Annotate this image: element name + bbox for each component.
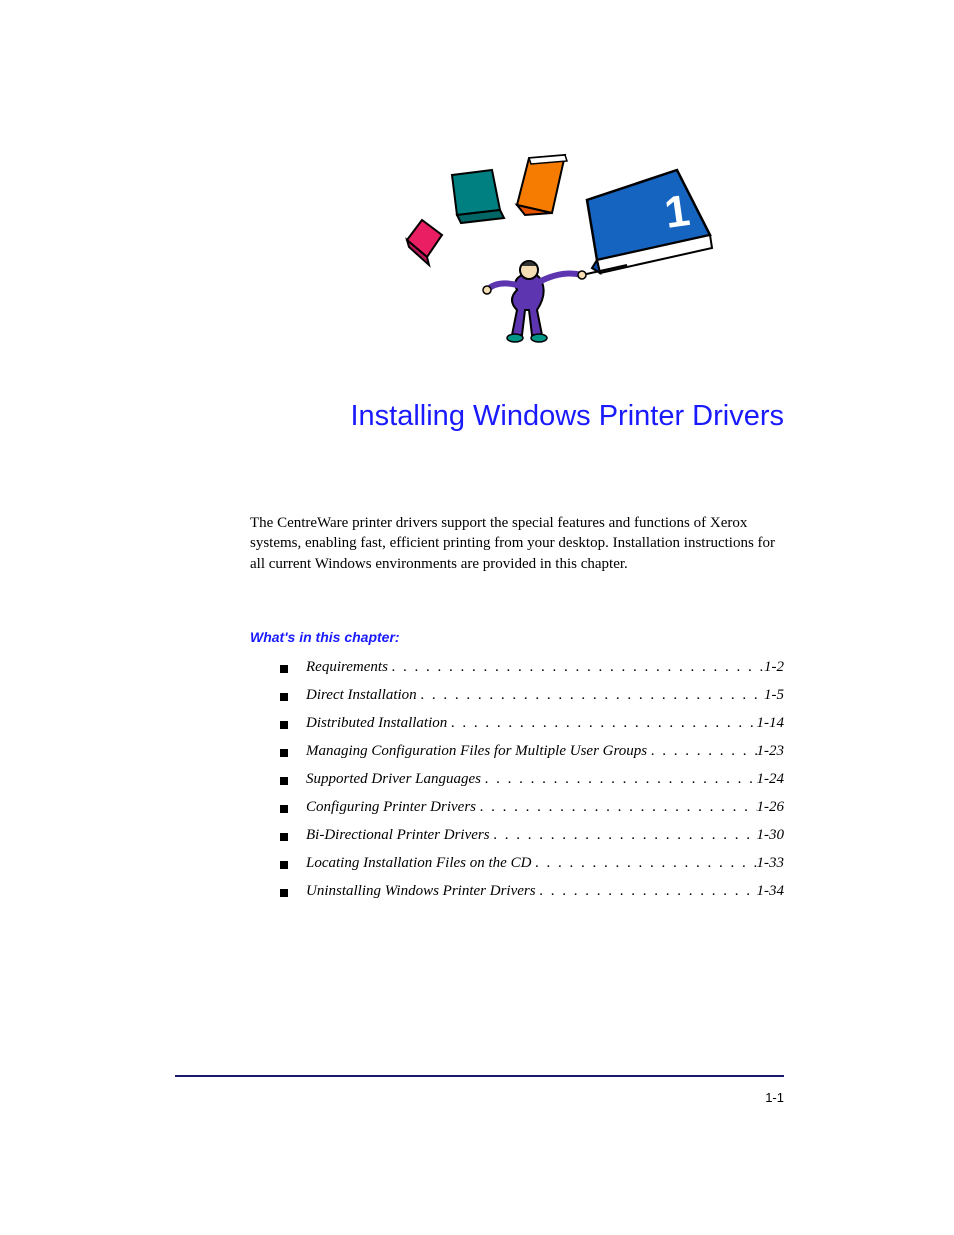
toc-label: Bi-Directional Printer Drivers: [306, 827, 490, 844]
toc-leader: . . . . . . . . . . . . . . . . . . . . …: [647, 743, 756, 760]
toc-page: 1-30: [757, 827, 785, 844]
bullet-icon: [280, 749, 288, 757]
toc-page: 1-24: [757, 771, 785, 788]
chapter-title: Installing Windows Printer Drivers: [250, 400, 784, 433]
toc-page: 1-23: [757, 743, 785, 760]
toc-item[interactable]: Direct Installation . . . . . . . . . . …: [280, 687, 784, 704]
bullet-icon: [280, 721, 288, 729]
toc-leader: . . . . . . . . . . . . . . . . . . . . …: [531, 855, 756, 872]
toc-label: Supported Driver Languages: [306, 771, 481, 788]
chapter-illustration: 1: [330, 150, 784, 350]
page-number: 1-1: [765, 1090, 784, 1105]
toc-page: 1-2: [764, 659, 784, 676]
bullet-icon: [280, 805, 288, 813]
toc-item[interactable]: Managing Configuration Files for Multipl…: [280, 743, 784, 760]
toc-label: Distributed Installation: [306, 715, 447, 732]
toc-heading: What's in this chapter:: [250, 629, 784, 645]
bullet-icon: [280, 777, 288, 785]
toc-leader: . . . . . . . . . . . . . . . . . . . . …: [417, 687, 764, 704]
toc-label: Uninstalling Windows Printer Drivers: [306, 883, 536, 900]
toc-page: 1-33: [757, 855, 785, 872]
toc-leader: . . . . . . . . . . . . . . . . . . . . …: [388, 659, 764, 676]
toc-page: 1-26: [757, 799, 785, 816]
toc-item[interactable]: Distributed Installation . . . . . . . .…: [280, 715, 784, 732]
toc-leader: . . . . . . . . . . . . . . . . . . . . …: [447, 715, 756, 732]
toc-leader: . . . . . . . . . . . . . . . . . . . . …: [490, 827, 757, 844]
toc-label: Locating Installation Files on the CD: [306, 855, 531, 872]
toc-label: Direct Installation: [306, 687, 417, 704]
toc-page: 1-5: [764, 687, 784, 704]
toc-item[interactable]: Configuring Printer Drivers . . . . . . …: [280, 799, 784, 816]
intro-paragraph: The CentreWare printer drivers support t…: [250, 513, 784, 574]
bullet-icon: [280, 693, 288, 701]
toc-item[interactable]: Locating Installation Files on the CD . …: [280, 855, 784, 872]
toc-leader: . . . . . . . . . . . . . . . . . . . . …: [476, 799, 756, 816]
bullet-icon: [280, 861, 288, 869]
toc-item[interactable]: Bi-Directional Printer Drivers . . . . .…: [280, 827, 784, 844]
toc-item[interactable]: Requirements . . . . . . . . . . . . . .…: [280, 659, 784, 676]
toc-page: 1-34: [757, 883, 785, 900]
toc-item[interactable]: Supported Driver Languages . . . . . . .…: [280, 771, 784, 788]
toc-label: Configuring Printer Drivers: [306, 799, 476, 816]
bullet-icon: [280, 833, 288, 841]
toc-leader: . . . . . . . . . . . . . . . . . . . . …: [536, 883, 757, 900]
toc-item[interactable]: Uninstalling Windows Printer Drivers . .…: [280, 883, 784, 900]
footer-rule: [175, 1075, 784, 1077]
toc-leader: . . . . . . . . . . . . . . . . . . . . …: [481, 771, 757, 788]
bullet-icon: [280, 889, 288, 897]
toc-page: 1-14: [757, 715, 785, 732]
toc-list: Requirements . . . . . . . . . . . . . .…: [250, 659, 784, 900]
bullet-icon: [280, 665, 288, 673]
toc-label: Requirements: [306, 659, 388, 676]
toc-label: Managing Configuration Files for Multipl…: [306, 743, 647, 760]
